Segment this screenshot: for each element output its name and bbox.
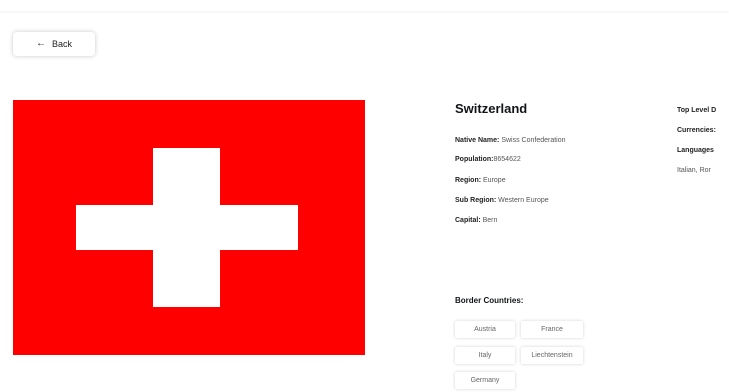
region-row: Region: Europe [455, 177, 506, 184]
languages-value: Italian, Ror [677, 167, 711, 174]
languages-value-row: Italian, Ror [677, 167, 711, 174]
border-countries-title: Border Countries: [455, 296, 524, 305]
header-bar [0, 0, 729, 11]
back-button-label: Back [51, 39, 72, 49]
border-country-chip[interactable]: Austria [455, 321, 515, 338]
native-name-row: Native Name: Swiss Confederation [455, 137, 566, 144]
border-country-chip[interactable]: Liechtenstein [521, 347, 583, 364]
languages-row: Languages [677, 147, 714, 154]
sub-region-label: Sub Region: [455, 197, 497, 204]
border-country-chip[interactable]: Germany [455, 372, 515, 389]
population-row: Population:8654622 [455, 156, 521, 163]
languages-label: Languages [677, 147, 714, 154]
currencies-label: Currencies: [677, 127, 716, 134]
country-name: Switzerland [455, 101, 528, 116]
sub-region-row: Sub Region: Western Europe [455, 197, 549, 204]
region-value: Europe [483, 177, 506, 184]
arrow-left-icon: ← [35, 38, 46, 49]
back-button[interactable]: ← Back [13, 32, 95, 56]
population-value: 8654622 [493, 156, 521, 163]
top-level-domain-label: Top Level D [677, 107, 717, 114]
native-name-label: Native Name: [455, 137, 500, 144]
border-country-chip[interactable]: France [521, 321, 583, 338]
top-level-domain-row: Top Level D [677, 107, 716, 114]
country-flag [13, 100, 365, 355]
capital-value: Bern [482, 217, 498, 224]
capital-row: Capital: Bern [455, 217, 497, 224]
native-name-value: Swiss Confederation [501, 137, 566, 144]
border-country-chip[interactable]: Italy [455, 347, 515, 364]
sub-region-value: Western Europe [498, 197, 549, 204]
currencies-row: Currencies: [677, 127, 716, 134]
region-label: Region: [455, 177, 482, 184]
capital-label: Capital: [455, 217, 481, 224]
population-label: Population: [455, 156, 494, 163]
flag-cross-horizontal [76, 205, 298, 250]
